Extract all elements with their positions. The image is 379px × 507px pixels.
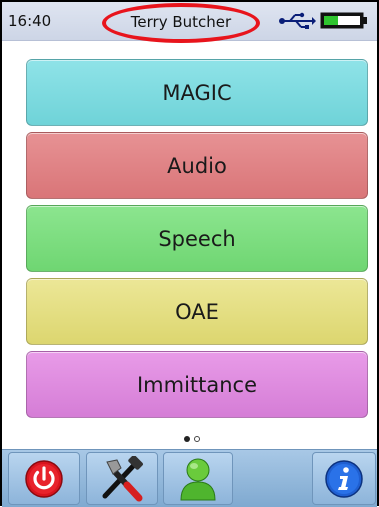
battery-icon [320,12,367,29]
magic-button[interactable]: MAGIC [26,59,368,126]
tools-icon [102,455,143,501]
user-name: Terry Butcher [130,13,232,31]
audio-button[interactable]: Audio [26,132,368,199]
main-menu: MAGIC Audio Speech OAE Immittance [26,59,368,424]
user-name-area[interactable]: Terry Butcher [102,3,260,43]
user-button[interactable] [163,452,233,505]
user-icon [180,458,216,500]
info-button[interactable] [312,452,376,505]
status-bar: 16:40 Terry Butcher [2,2,377,43]
page-dot-inactive [194,436,200,442]
power-icon [25,459,63,498]
usb-icon [279,12,316,29]
info-icon [325,459,363,498]
speech-button[interactable]: Speech [26,205,368,272]
page-dot-active [184,436,190,442]
bottom-toolbar [2,449,377,507]
oae-button[interactable]: OAE [26,278,368,345]
tools-button[interactable] [86,452,158,505]
immittance-button[interactable]: Immittance [26,351,368,418]
page-indicator[interactable] [182,435,212,445]
device-screen: 16:40 Terry Butcher MAGIC Audio Speech O… [0,0,379,507]
power-button[interactable] [8,452,80,505]
clock: 16:40 [8,12,52,30]
